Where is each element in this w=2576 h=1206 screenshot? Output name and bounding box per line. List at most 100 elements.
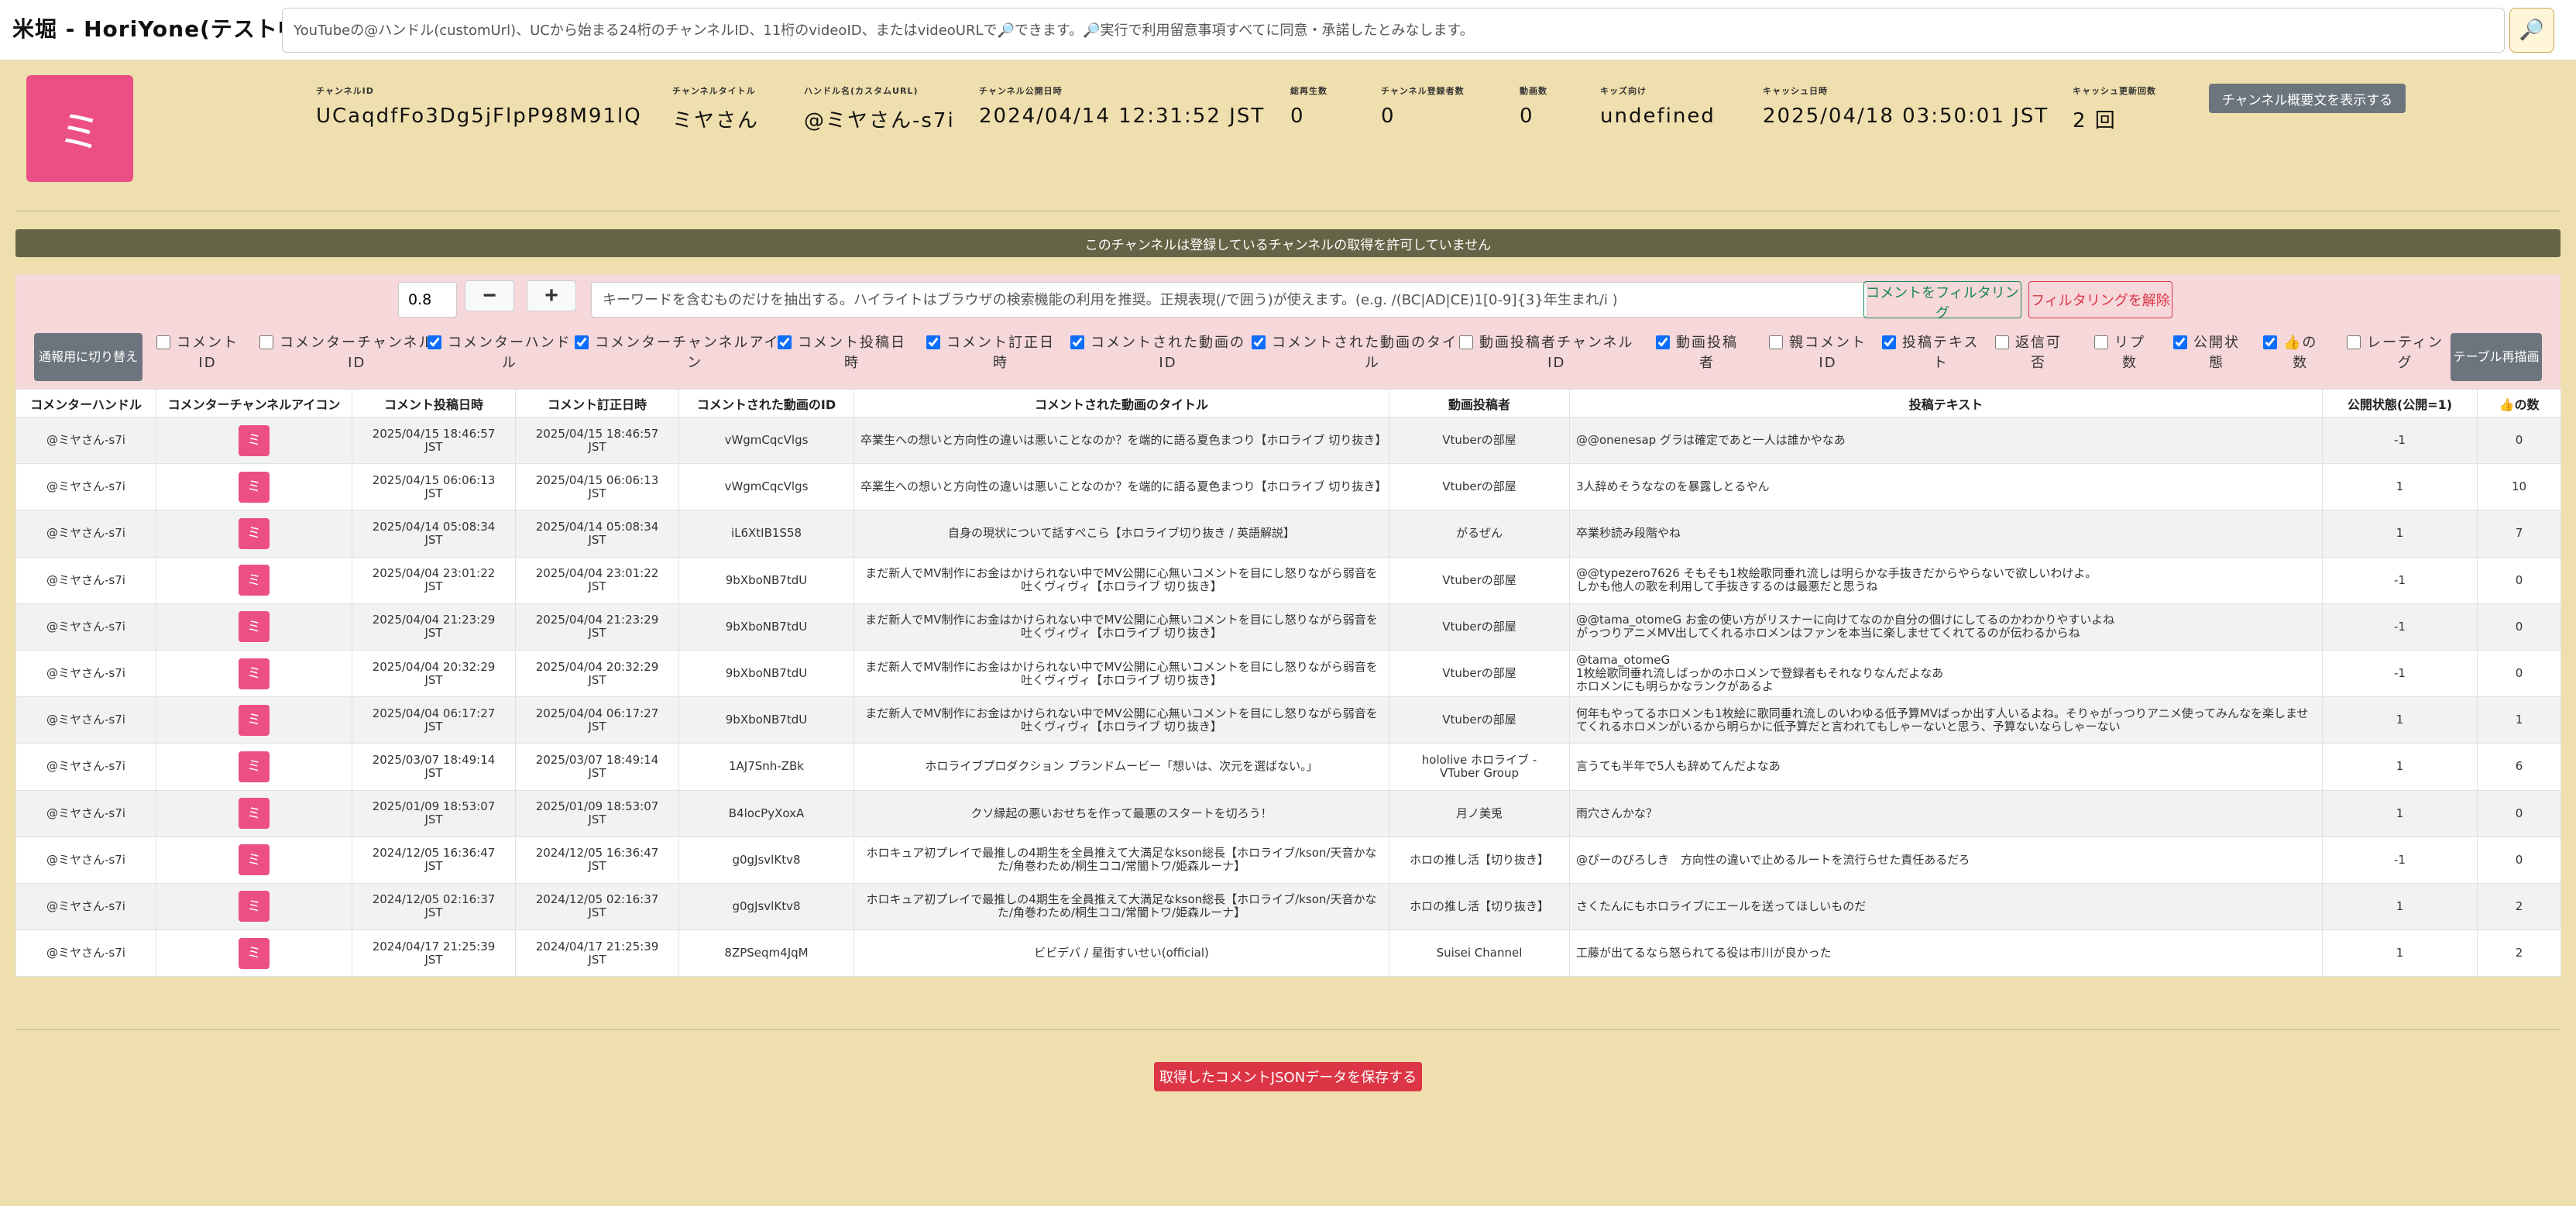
column-toggle-checkbox[interactable] [1070, 335, 1084, 349]
switch-report-mode-button[interactable]: 通報用に切り替え [34, 333, 143, 381]
column-header[interactable]: コメントされた動画のID [678, 389, 854, 417]
column-toggle-checkbox[interactable] [1656, 335, 1670, 349]
column-toggle[interactable]: コメンターハンド ル [428, 333, 572, 373]
column-toggle-checkbox[interactable] [1995, 335, 2009, 349]
cell-video-id: 1AJ7Snh-ZBk [678, 743, 854, 791]
column-toggle[interactable]: 投稿テキス ト [1882, 333, 1979, 373]
column-toggle[interactable]: 返信可 否 [1995, 333, 2062, 373]
search-button[interactable]: 🔎 [2509, 8, 2554, 53]
cell-text: 何年もやってるホロメンも1枚絵に歌同垂れ流しのいわゆる低予算MVばっか出す人いる… [1569, 696, 2323, 744]
minus-button[interactable]: − [465, 280, 514, 311]
commenter-avatar[interactable]: ミ [239, 658, 270, 689]
commenter-avatar[interactable]: ミ [239, 751, 270, 782]
column-header[interactable]: コメント投稿日時 [352, 389, 516, 417]
column-toggle-label: リプ 数 [2114, 335, 2145, 371]
channel-field: チャンネル公開日時 2024/04/14 12:31:52 JST [979, 84, 1265, 128]
cell-text: 2 [2515, 946, 2523, 960]
commenter-avatar[interactable]: ミ [239, 517, 270, 549]
cell-text: @tama_otomeG 1枚絵歌同垂れ流しばっかのホロメンで登録者もそれなりな… [1569, 649, 2323, 698]
column-toggle-checkbox[interactable] [1252, 335, 1266, 349]
cell-text: がるぜん [1455, 526, 1503, 541]
cell-text: さくたんにもホロライブにエールを送ってほしいものだ [1576, 898, 1867, 913]
commenter-avatar[interactable]: ミ [239, 565, 270, 596]
cell-text: 2025/03/07 18:49:14 JST [535, 752, 659, 780]
column-toggle-label: コメント投稿日 時 [798, 335, 906, 371]
column-toggle[interactable]: コメントされた動画の ID [1070, 333, 1245, 373]
filter-comments-button[interactable]: コメントをフィルタリング [1863, 281, 2021, 321]
column-header[interactable]: 公開状態(公開=1) [2322, 389, 2478, 417]
cell-text: 2024/12/05 02:16:37 JST [372, 892, 496, 920]
channel-field-label: 動画数 [1520, 86, 1547, 96]
column-toggle[interactable]: コメント投稿日 時 [778, 333, 906, 373]
column-toggle[interactable]: レーティン グ [2347, 333, 2444, 373]
search-input[interactable] [282, 8, 2505, 53]
table-row: @ミヤさん-s7i ミ 2024/04/17 21:25:39 JST 2024/04… [15, 929, 2561, 978]
cell-likes: 0 [2477, 836, 2561, 884]
cell-public: 1 [2322, 882, 2478, 931]
column-header[interactable]: 動画投稿者 [1389, 389, 1570, 417]
column-toggle-checkbox[interactable] [428, 335, 441, 349]
clear-filter-button[interactable]: フィルタリングを解除 [2028, 281, 2172, 318]
cell-video-id: 9bXboNB7tdU [678, 603, 854, 651]
column-header[interactable]: 👍の数 [2477, 389, 2561, 417]
cell-text: Vtuberの部屋 [1442, 713, 1516, 727]
commenter-avatar[interactable]: ミ [239, 844, 270, 876]
cell-commenter-icon: ミ [156, 836, 352, 884]
cell-likes: 7 [2477, 510, 2561, 558]
column-toggle-checkbox[interactable] [2263, 335, 2277, 349]
cell-public: 1 [2322, 510, 2478, 558]
keyword-filter-input[interactable] [591, 282, 1867, 318]
column-header[interactable]: コメント訂正日時 [515, 389, 679, 417]
column-toggle-checkbox[interactable] [259, 335, 273, 349]
column-toggle-checkbox[interactable] [2094, 335, 2108, 349]
column-toggle[interactable]: コメント訂正日 時 [926, 333, 1055, 373]
column-toggle[interactable]: 親コメント ID [1769, 333, 1867, 373]
show-description-button[interactable]: チャンネル概要文を表示する [2209, 84, 2406, 113]
column-toggle-checkbox[interactable] [1769, 335, 1783, 349]
commenter-avatar[interactable]: ミ [239, 937, 270, 969]
column-header[interactable]: コメントされた動画のタイトル [854, 389, 1389, 417]
ratio-input[interactable] [398, 282, 457, 318]
column-toggle[interactable]: 公開状 態 [2173, 333, 2240, 373]
commenter-avatar[interactable]: ミ [239, 891, 270, 923]
column-toggle-checkbox[interactable] [926, 335, 940, 349]
cell-handle: @ミヤさん-s7i [15, 603, 156, 651]
column-toggle[interactable]: 👍の 数 [2263, 333, 2317, 373]
top-bar: 米堀 - HoriYone(テスト中) 🔎 [0, 0, 2576, 60]
column-toggle[interactable]: コメンターチャンネル ID [259, 333, 434, 373]
cell-video-id: vWgmCqcVlgs [678, 463, 854, 511]
column-toggle[interactable]: リプ 数 [2094, 333, 2145, 373]
cell-text: ホロライブプロダクション ブランドムービー「想いは、次元を選ばない。」 [925, 759, 1318, 774]
column-toggle-checkbox[interactable] [1459, 335, 1473, 349]
column-toggle[interactable]: 動画投稿者チャンネル ID [1459, 333, 1633, 373]
commenter-avatar[interactable]: ミ [239, 611, 270, 643]
column-header[interactable]: コメンターハンドル [15, 389, 156, 417]
column-toggle-checkbox[interactable] [2347, 335, 2361, 349]
commenter-avatar[interactable]: ミ [239, 798, 270, 830]
commenter-avatar[interactable]: ミ [239, 471, 270, 503]
column-header[interactable]: 投稿テキスト [1569, 389, 2323, 417]
channel-field: キッズ向け undefined [1600, 84, 1716, 128]
column-toggle-checkbox[interactable] [1882, 335, 1896, 349]
plus-button[interactable]: + [527, 280, 576, 311]
cell-title: 卒業生への想いと方向性の違いは悪いことなのか？を端的に語る夏色まつり【ホロライブ… [854, 463, 1389, 511]
cell-edited: 2025/04/14 05:08:34 JST [515, 510, 679, 558]
column-toggle[interactable]: コメント ID [156, 333, 239, 373]
column-toggle[interactable]: コメンターチャンネルアイコ ン [575, 333, 795, 373]
commenter-avatar[interactable]: ミ [239, 424, 270, 456]
column-toggle-checkbox[interactable] [575, 335, 589, 349]
cell-text: 2025/04/04 06:17:27 JST [372, 706, 496, 734]
column-toggle-checkbox[interactable] [2173, 335, 2187, 349]
column-toggle[interactable]: 動画投稿 者 [1656, 333, 1738, 373]
cell-text: ホロの推し活【切り抜き】 [1409, 852, 1549, 867]
redraw-table-button[interactable]: テーブル再描画 [2451, 333, 2542, 381]
column-toggle-checkbox[interactable] [778, 335, 792, 349]
column-toggle-label: コメントされた動画のタイト ル [1272, 335, 1473, 371]
commenter-avatar[interactable]: ミ [239, 704, 270, 736]
column-header[interactable]: コメンターチャンネルアイコン [156, 389, 352, 417]
save-json-button[interactable]: 取得したコメントJSONデータを保存する [1154, 1062, 1422, 1091]
cell-uploader: Vtuberの部屋 [1389, 649, 1570, 698]
cell-text: 2025/04/14 05:08:34 JST [372, 519, 496, 547]
column-toggle[interactable]: コメントされた動画のタイト ル [1252, 333, 1473, 373]
column-toggle-checkbox[interactable] [156, 335, 170, 349]
